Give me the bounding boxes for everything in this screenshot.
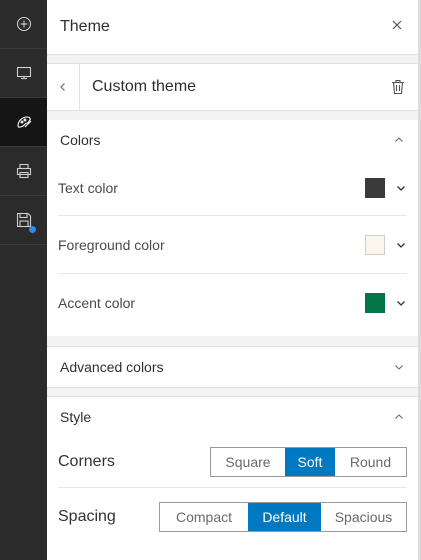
corners-row: Corners Square Soft Round [58,437,407,487]
rail-theme-button[interactable] [0,98,47,147]
style-section-label: Style [60,409,92,425]
theme-name: Custom theme [92,78,197,95]
trash-icon [392,79,404,95]
rail-save-button[interactable] [0,196,47,245]
corners-segmented-control: Square Soft Round [210,447,407,477]
colors-section-label: Colors [60,132,101,148]
advanced-colors-label: Advanced colors [60,359,164,375]
panel-header: Theme [47,0,418,55]
corners-option-round[interactable]: Round [335,448,406,476]
spacing-label: Spacing [58,507,116,525]
chevron-down-icon [397,300,405,306]
advanced-colors-header[interactable]: Advanced colors [47,347,418,387]
corners-option-soft[interactable]: Soft [285,448,335,476]
text-color-swatch [365,177,385,198]
colors-section-header[interactable]: Colors [47,120,418,160]
back-button[interactable] [47,63,80,111]
text-color-label: Text color [58,179,118,196]
chevron-down-icon [397,242,405,248]
spacing-row: Spacing Compact Default Spacious [58,487,407,545]
rail-display-button[interactable] [0,49,47,98]
chevron-left-icon [60,83,65,91]
panel-title: Theme [60,18,110,35]
notification-badge [29,226,36,233]
chevron-down-icon [395,365,403,370]
text-color-picker[interactable] [365,177,407,198]
theme-panel: Theme Custom theme Colors Text color For… [47,0,418,560]
spacing-segmented-control: Compact Default Spacious [159,501,407,532]
spacing-option-default[interactable]: Default [248,502,321,531]
spacing-option-spacious[interactable]: Spacious [321,503,406,531]
foreground-color-row: Foreground color [58,215,407,273]
accent-color-swatch [365,292,385,313]
accent-color-row: Accent color [58,273,407,331]
add-circle-icon [16,16,31,32]
theme-subheader: Custom theme [47,63,418,111]
accent-color-label: Accent color [58,294,136,311]
advanced-colors-section: Advanced colors [47,346,418,388]
chevron-down-icon [397,185,405,191]
chevron-up-icon [395,414,403,419]
style-section: Style Corners Square Soft Round Spacing … [47,396,418,560]
rail-add-button[interactable] [0,0,47,49]
spacing-option-compact[interactable]: Compact [160,503,248,531]
printer-icon [16,163,31,179]
close-icon[interactable] [389,18,405,36]
delete-theme-button[interactable] [378,79,418,95]
save-icon [16,212,31,228]
rail-print-button[interactable] [0,147,47,196]
foreground-color-picker[interactable] [365,234,407,255]
text-color-row: Text color [58,160,407,215]
colors-section: Colors Text color Foreground color Accen… [47,120,418,336]
corners-label: Corners [58,453,115,470]
monitor-icon [16,66,31,80]
palette-icon [16,116,31,128]
foreground-color-label: Foreground color [58,236,165,253]
corners-option-square[interactable]: Square [211,448,285,476]
side-rail [0,0,47,560]
foreground-color-swatch [365,234,385,255]
style-section-header[interactable]: Style [47,397,418,437]
accent-color-picker[interactable] [365,292,407,313]
chevron-up-icon [395,137,403,142]
